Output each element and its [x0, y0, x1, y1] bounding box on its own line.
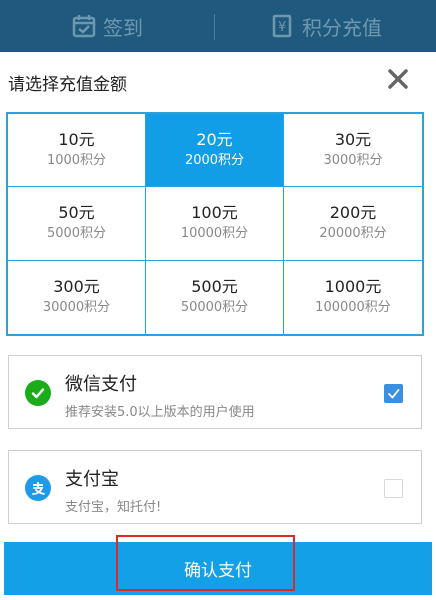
tab-points-recharge[interactable]: ¥ 积分充值: [216, 0, 436, 52]
amount-value: 10元: [58, 130, 95, 150]
payment-checkbox-alipay[interactable]: [384, 479, 403, 498]
amount-option-500[interactable]: 500元 50000积分: [146, 260, 284, 334]
svg-text:¥: ¥: [278, 20, 286, 35]
amount-value: 30元: [334, 130, 372, 150]
amount-value: 1000元: [324, 277, 382, 297]
points-value: 50000积分: [180, 300, 249, 316]
points-value: 100000积分: [315, 300, 391, 316]
amount-option-30[interactable]: 30元 3000积分: [284, 114, 422, 188]
amount-value: 200元: [329, 203, 377, 223]
points-value: 5000积分: [46, 226, 107, 242]
payment-desc: 推荐安装5.0以上版本的用户使用: [65, 405, 255, 420]
tab-divider: [214, 14, 215, 40]
amount-option-1000[interactable]: 1000元 100000积分: [284, 261, 422, 334]
checkmark-icon: [388, 389, 400, 399]
points-value: 1000积分: [46, 153, 107, 169]
calendar-check-icon: [72, 15, 96, 38]
amount-value: 100元: [191, 203, 238, 223]
amount-value: 50元: [58, 203, 95, 223]
points-value: 30000积分: [42, 300, 111, 316]
confirm-pay-button[interactable]: 确认支付: [4, 542, 432, 595]
amount-option-100[interactable]: 100元 10000积分: [146, 187, 284, 261]
amount-value: 20元: [196, 130, 233, 150]
amount-option-20[interactable]: 20元 2000积分: [146, 114, 284, 188]
payment-option-alipay[interactable]: 支付宝 支付宝，知托付!: [8, 450, 422, 524]
amount-option-50[interactable]: 50元 5000积分: [8, 187, 146, 261]
payment-option-wechat[interactable]: 微信支付 推荐安装5.0以上版本的用户使用: [8, 355, 422, 429]
amount-value: 500元: [191, 277, 238, 297]
wechat-pay-icon: [25, 380, 51, 406]
tab-checkin[interactable]: 签到: [0, 0, 214, 52]
amount-option-10[interactable]: 10元 1000积分: [8, 114, 146, 188]
amount-grid: 10元 1000积分 20元 2000积分 30元 3000积分 50元 500…: [6, 112, 424, 336]
points-value: 20000积分: [319, 226, 387, 242]
sheet-title: 请选择充值金额: [8, 75, 127, 95]
top-tab-bar: 签到 ¥ 积分充值: [0, 0, 436, 52]
tab-checkin-label: 签到: [103, 15, 143, 40]
close-icon[interactable]: [386, 67, 410, 91]
payment-name: 微信支付: [65, 374, 137, 395]
payment-checkbox-wechat[interactable]: [384, 384, 403, 403]
payment-name: 支付宝: [65, 469, 119, 490]
alipay-icon: [25, 475, 51, 501]
points-value: 3000积分: [323, 153, 383, 169]
money-document-icon: ¥: [272, 14, 292, 38]
points-value: 2000积分: [184, 153, 245, 169]
points-value: 10000积分: [180, 226, 249, 242]
recharge-sheet: 请选择充值金额 10元 1000积分 20元 2000积分 30元 3000积分…: [0, 52, 436, 600]
amount-value: 300元: [53, 277, 100, 297]
amount-option-200[interactable]: 200元 20000积分: [284, 187, 422, 261]
amount-option-300[interactable]: 300元 30000积分: [8, 260, 146, 334]
tab-points-recharge-label: 积分充值: [302, 15, 382, 40]
payment-desc: 支付宝，知托付!: [65, 500, 162, 515]
confirm-pay-label: 确认支付: [184, 561, 252, 581]
